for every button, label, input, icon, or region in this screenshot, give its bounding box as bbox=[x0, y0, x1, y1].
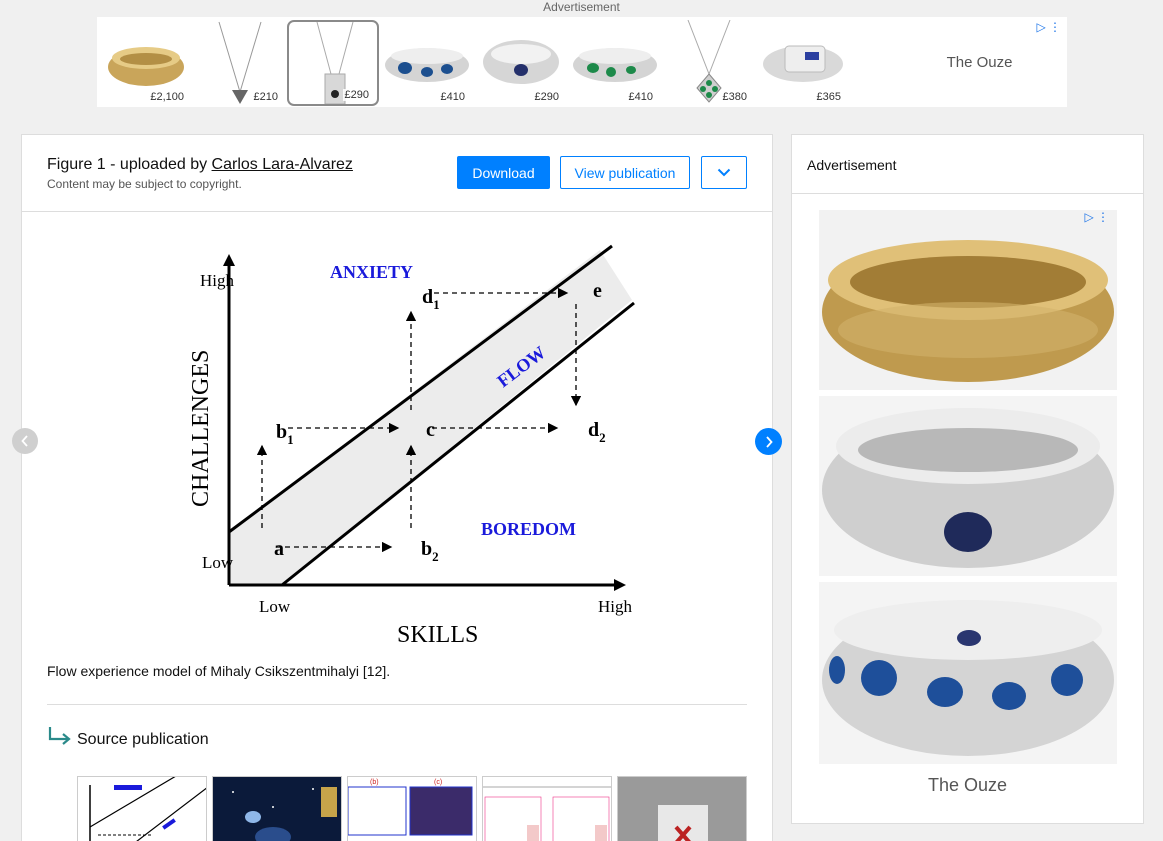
product-price: £2,100 bbox=[148, 91, 186, 103]
point-label-b2: b2 bbox=[421, 538, 439, 564]
product-price: £290 bbox=[532, 91, 561, 103]
y-axis-title: CHALLENGES bbox=[188, 350, 214, 507]
flow-upper-line bbox=[228, 244, 613, 534]
point-label-d2: d2 bbox=[588, 419, 606, 445]
flow-lower-line bbox=[281, 301, 635, 587]
source-figure-thumb[interactable] bbox=[482, 776, 612, 841]
product-thumb[interactable]: £2,100 bbox=[100, 20, 192, 106]
source-publication-heading: Source publication bbox=[77, 731, 209, 748]
side-ad-header: Advertisement bbox=[792, 135, 1143, 194]
chevron-left-icon bbox=[21, 435, 28, 447]
product-thumb[interactable]: £410 bbox=[381, 20, 473, 106]
point-label-e: e bbox=[593, 280, 602, 302]
product-price: £210 bbox=[251, 91, 280, 103]
source-figure-thumb[interactable]: (b) (c) bbox=[347, 776, 477, 841]
side-ad-image[interactable] bbox=[819, 210, 1117, 764]
region-boredom-label: BOREDOM bbox=[481, 519, 576, 539]
svg-text:(b): (b) bbox=[370, 779, 379, 786]
adchoices-icon[interactable]: ▷ ⋮ bbox=[1084, 210, 1109, 224]
top-ad-label: Advertisement bbox=[543, 0, 620, 14]
y-axis-arrow bbox=[223, 254, 235, 266]
top-banner-ad[interactable]: £2,100 £210 £290 £410 £290 £410 £380 £36… bbox=[97, 17, 1067, 107]
figure-title: Figure 1 - uploaded by Carlos Lara-Alvar… bbox=[47, 156, 353, 174]
y-high-label: High bbox=[200, 271, 235, 290]
chevron-right-icon bbox=[765, 435, 773, 448]
flow-diagram: High Low Low High SKILLS CHALLENGES a b1… bbox=[188, 244, 635, 648]
product-price: £410 bbox=[438, 91, 467, 103]
product-thumb[interactable]: £290 bbox=[475, 20, 567, 106]
product-thumb-selected[interactable]: £290 bbox=[287, 20, 379, 106]
region-anxiety-label: ANXIETY bbox=[330, 262, 413, 282]
y-low-label: Low bbox=[202, 553, 234, 572]
product-thumb[interactable]: £410 bbox=[569, 20, 661, 106]
adchoices-icon[interactable]: ▷ ⋮ bbox=[1036, 20, 1061, 34]
next-figure-button[interactable] bbox=[755, 428, 782, 455]
divider bbox=[47, 704, 747, 705]
more-options-button[interactable] bbox=[701, 156, 747, 189]
side-ad-brand[interactable]: The Ouze bbox=[792, 775, 1143, 796]
more-figures-count: +4 bbox=[618, 777, 746, 841]
point-label-a: a bbox=[274, 538, 284, 560]
figure-title-prefix: Figure 1 - uploaded by bbox=[47, 156, 212, 173]
previous-figure-button[interactable] bbox=[12, 428, 38, 454]
x-axis-title: SKILLS bbox=[397, 622, 478, 648]
arrow-return-icon bbox=[48, 727, 71, 745]
source-figure-thumb[interactable] bbox=[212, 776, 342, 841]
source-figure-thumb[interactable] bbox=[77, 776, 207, 841]
figure-caption: Flow experience model of Mihaly Csikszen… bbox=[47, 663, 391, 679]
view-publication-button[interactable]: View publication bbox=[560, 156, 690, 189]
product-thumb[interactable]: £210 bbox=[194, 20, 286, 106]
copyright-notice: Content may be subject to copyright. bbox=[47, 177, 242, 191]
product-price: £290 bbox=[342, 89, 371, 101]
product-price: £380 bbox=[720, 91, 749, 103]
product-price: £410 bbox=[626, 91, 655, 103]
side-ad-label: Advertisement bbox=[807, 157, 897, 173]
chevron-down-icon bbox=[717, 168, 731, 177]
more-figures-thumb[interactable]: +4 bbox=[617, 776, 747, 841]
product-thumb[interactable]: £380 bbox=[663, 20, 755, 106]
figure-card-header: Figure 1 - uploaded by Carlos Lara-Alvar… bbox=[22, 135, 772, 212]
point-label-c: c bbox=[426, 419, 435, 441]
author-link[interactable]: Carlos Lara-Alvarez bbox=[212, 156, 353, 173]
point-label-b1: b1 bbox=[276, 421, 294, 447]
x-low-label: Low bbox=[259, 597, 291, 616]
x-high-label: High bbox=[598, 597, 633, 616]
download-button[interactable]: Download bbox=[457, 156, 550, 189]
point-label-d1: d1 bbox=[422, 286, 440, 312]
svg-text:(c): (c) bbox=[434, 779, 442, 786]
product-price: £365 bbox=[814, 91, 843, 103]
figure-card: Figure 1 - uploaded by Carlos Lara-Alvar… bbox=[21, 134, 773, 841]
product-thumb[interactable]: £365 bbox=[757, 20, 849, 106]
x-axis-arrow bbox=[614, 579, 626, 591]
side-ad-card: Advertisement ▷ ⋮ The Ouze bbox=[791, 134, 1144, 824]
